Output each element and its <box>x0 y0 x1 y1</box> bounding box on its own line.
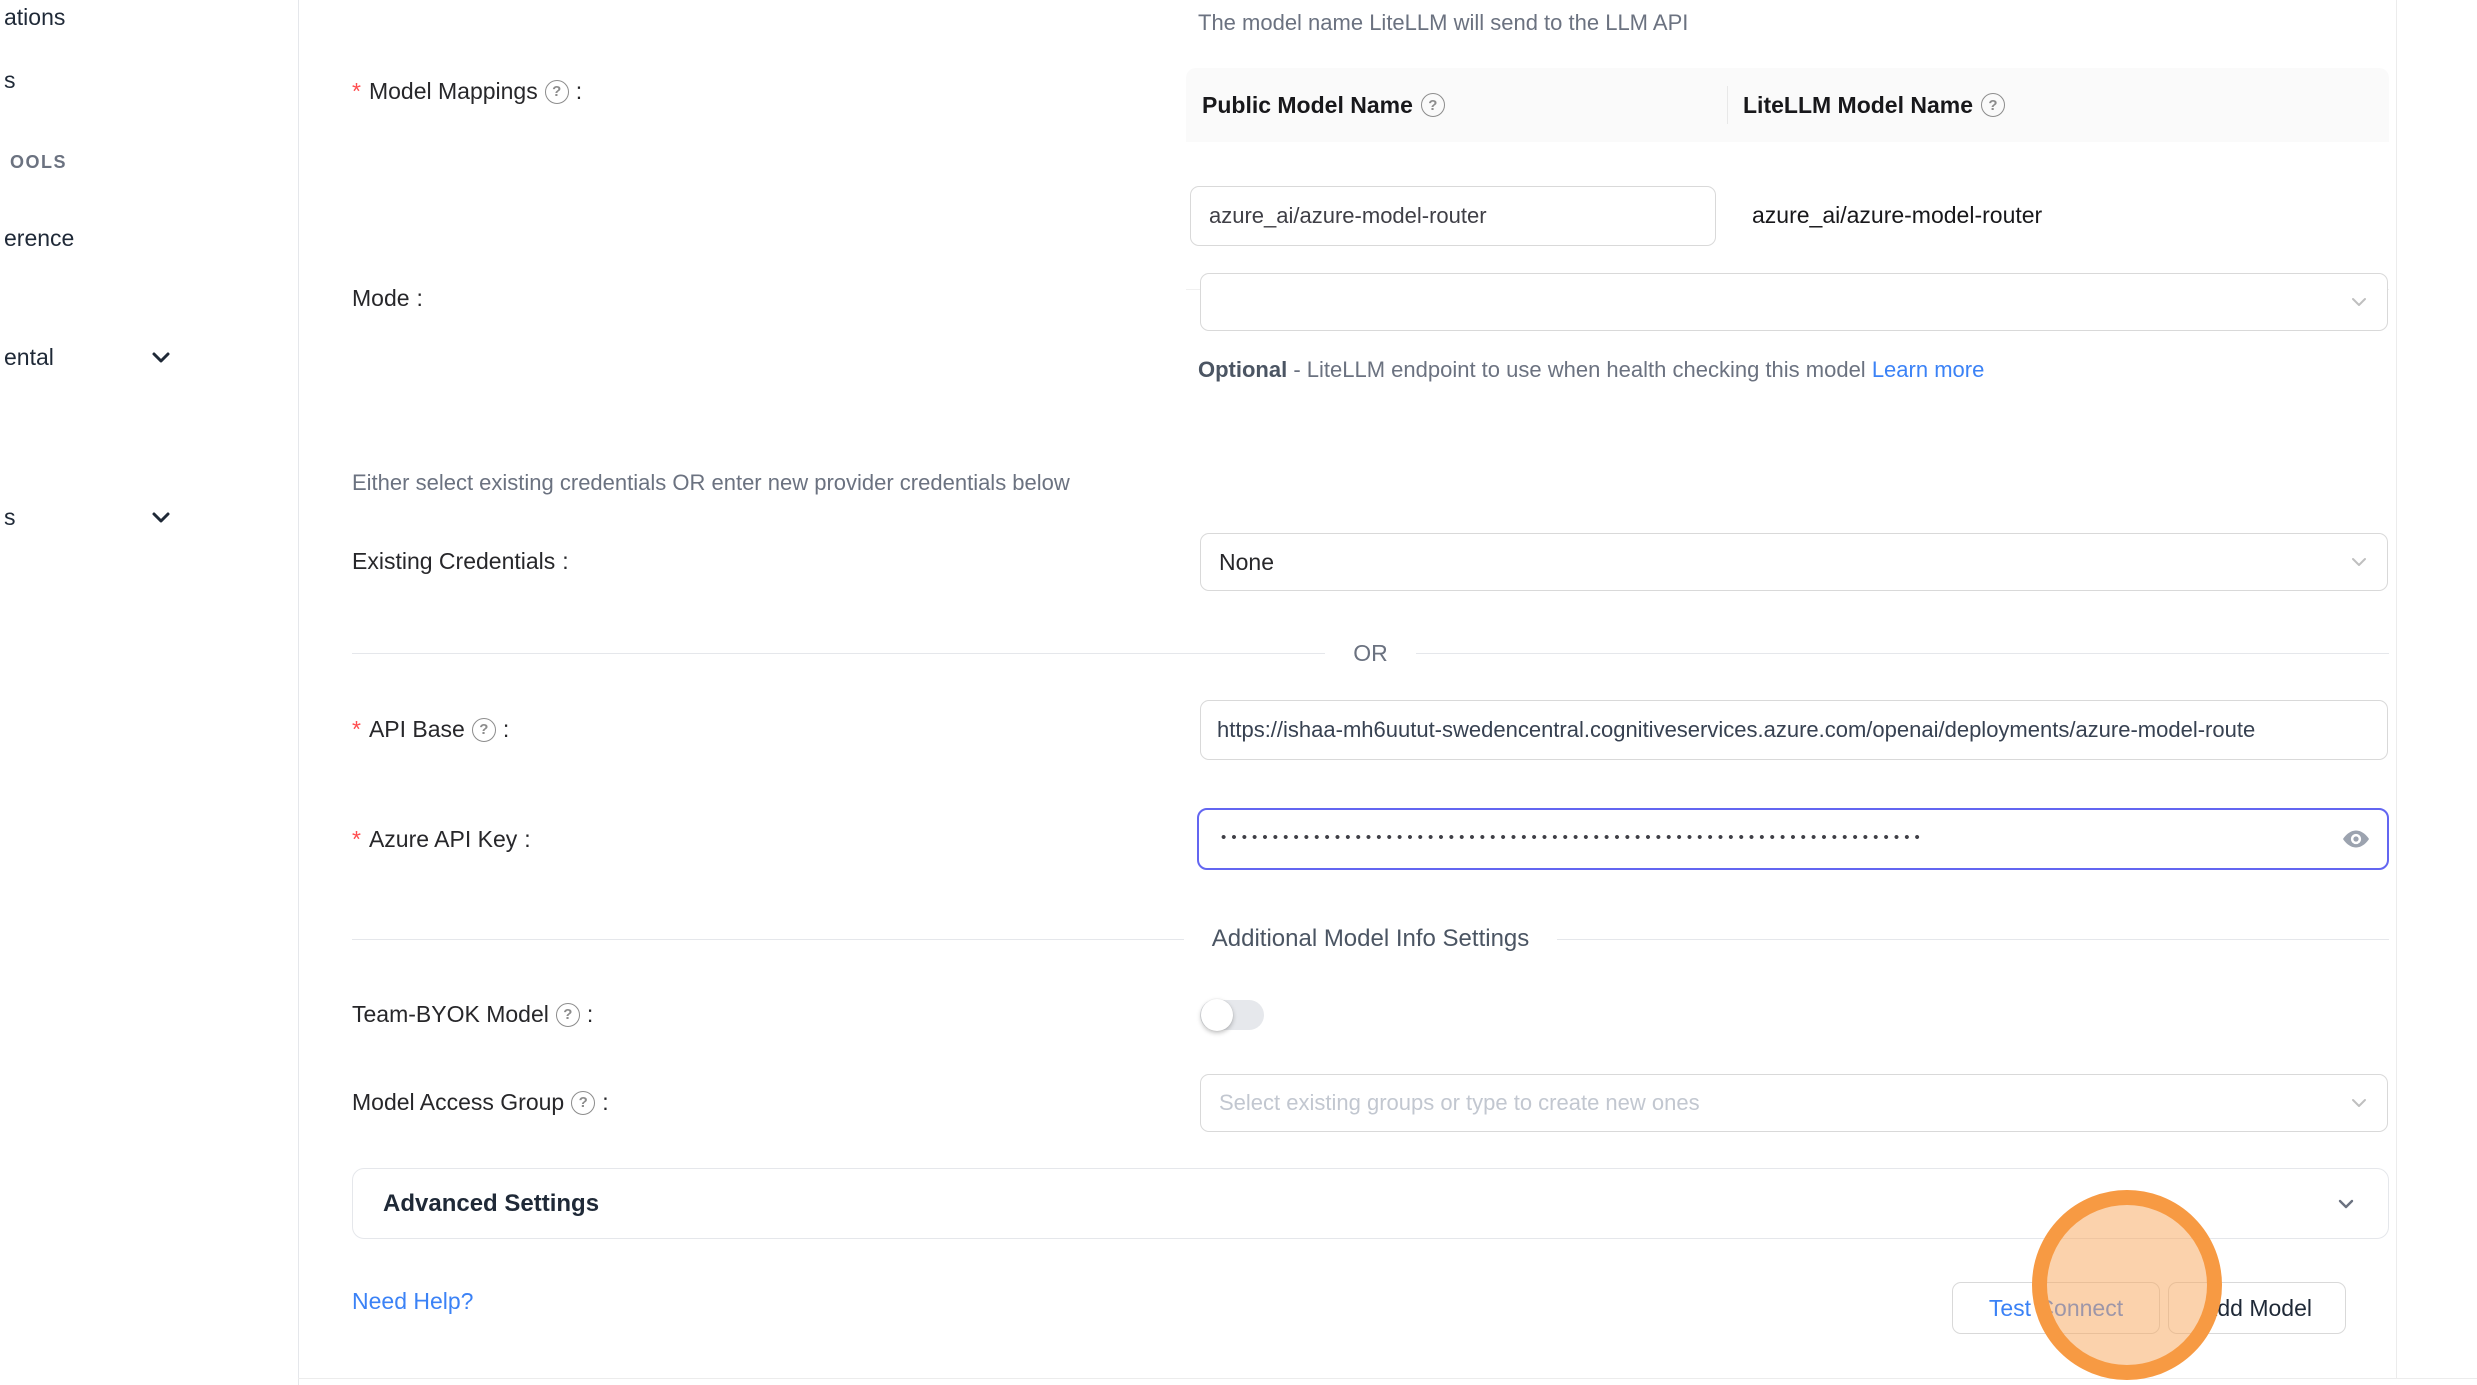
help-icon[interactable]: ? <box>472 718 496 742</box>
table-row: azure_ai/azure-model-router azure_ai/azu… <box>1186 142 2389 290</box>
chevron-down-icon <box>2349 552 2369 572</box>
model-access-group-label: Model Access Group ? : <box>352 1089 609 1116</box>
select-placeholder: Select existing groups or type to create… <box>1219 1090 1700 1116</box>
sidebar-divider <box>298 0 299 1385</box>
required-asterisk: * <box>352 826 361 853</box>
sidebar-section-label: OOLS <box>10 150 67 174</box>
litellm-model-name-helper: The model name LiteLLM will send to the … <box>1198 10 1688 36</box>
help-icon[interactable]: ? <box>571 1091 595 1115</box>
sidebar-item-label: ations <box>4 4 65 31</box>
need-help-link[interactable]: Need Help? <box>352 1288 473 1315</box>
help-icon[interactable]: ? <box>1421 93 1445 117</box>
sidebar-item-expandable[interactable]: s <box>4 500 16 534</box>
team-byok-toggle[interactable] <box>1200 1000 1264 1030</box>
add-model-form-screen: ations s OOLS erence ental s The model n… <box>0 0 2477 1385</box>
advanced-settings-title: Advanced Settings <box>383 1190 2334 1218</box>
public-model-name-input[interactable]: azure_ai/azure-model-router <box>1190 186 1716 246</box>
existing-credentials-select[interactable]: None <box>1200 533 2388 591</box>
chevron-down-icon <box>2349 292 2369 312</box>
panel-right-border <box>2396 0 2397 1378</box>
panel-bottom-border <box>298 1378 2477 1379</box>
mode-helper-text: Optional - LiteLLM endpoint to use when … <box>1198 350 2016 390</box>
sidebar-item-label: s <box>4 504 16 531</box>
model-mappings-table-header: Public Model Name ? LiteLLM Model Name ? <box>1186 68 2389 142</box>
help-icon[interactable]: ? <box>1981 93 2005 117</box>
chevron-down-icon[interactable] <box>148 344 174 370</box>
additional-info-divider: Additional Model Info Settings <box>352 925 2389 953</box>
chevron-down-icon <box>2349 1093 2369 1113</box>
column-header-litellm-model-name: LiteLLM Model Name ? <box>1727 92 2005 119</box>
litellm-model-name-value: azure_ai/azure-model-router <box>1752 202 2042 229</box>
toggle-knob <box>1201 999 1233 1031</box>
required-asterisk: * <box>352 716 361 743</box>
credentials-note: Either select existing credentials OR en… <box>352 470 1070 496</box>
azure-api-key-label: * Azure API Key : <box>352 826 531 853</box>
chevron-down-icon[interactable] <box>148 504 174 530</box>
api-base-label: * API Base ? : <box>352 716 509 743</box>
sidebar-item-label: erence <box>4 225 74 252</box>
sidebar-item[interactable]: s <box>4 63 16 97</box>
existing-credentials-label: Existing Credentials : <box>352 548 569 575</box>
sidebar-item[interactable]: ations <box>4 0 65 34</box>
mode-select[interactable] <box>1200 273 2388 331</box>
help-icon[interactable]: ? <box>556 1003 580 1027</box>
test-connect-button[interactable]: Test Connect <box>1952 1282 2160 1334</box>
model-access-group-select[interactable]: Select existing groups or type to create… <box>1200 1074 2388 1132</box>
add-model-button[interactable]: Add Model <box>2168 1282 2346 1334</box>
advanced-settings-panel[interactable]: Advanced Settings <box>352 1168 2389 1239</box>
azure-api-key-input[interactable]: ••••••••••••••••••••••••••••••••••••••••… <box>1197 808 2389 870</box>
model-mappings-label: * Model Mappings ? : <box>352 78 582 105</box>
help-icon[interactable]: ? <box>545 80 569 104</box>
chevron-down-icon <box>2334 1192 2358 1216</box>
sidebar-item-label: ental <box>4 344 54 371</box>
or-divider: OR <box>352 640 2389 667</box>
column-separator <box>1727 86 1728 124</box>
sidebar-item-label: s <box>4 67 16 94</box>
required-asterisk: * <box>352 78 361 105</box>
api-base-input[interactable]: https://ishaa-mh6uutut-swedencentral.cog… <box>1200 700 2388 760</box>
learn-more-link[interactable]: Learn more <box>1872 357 1985 382</box>
model-mappings-table: Public Model Name ? LiteLLM Model Name ?… <box>1186 68 2389 290</box>
sidebar-item[interactable]: erence <box>4 221 74 255</box>
mode-label: Mode : <box>352 285 423 312</box>
eye-icon[interactable] <box>2341 824 2371 854</box>
masked-api-key: ••••••••••••••••••••••••••••••••••••••••… <box>1221 829 1925 846</box>
sidebar-item-expandable[interactable]: ental <box>4 340 54 374</box>
column-header-public-model-name: Public Model Name ? <box>1186 92 1727 119</box>
team-byok-label: Team-BYOK Model ? : <box>352 1001 593 1028</box>
